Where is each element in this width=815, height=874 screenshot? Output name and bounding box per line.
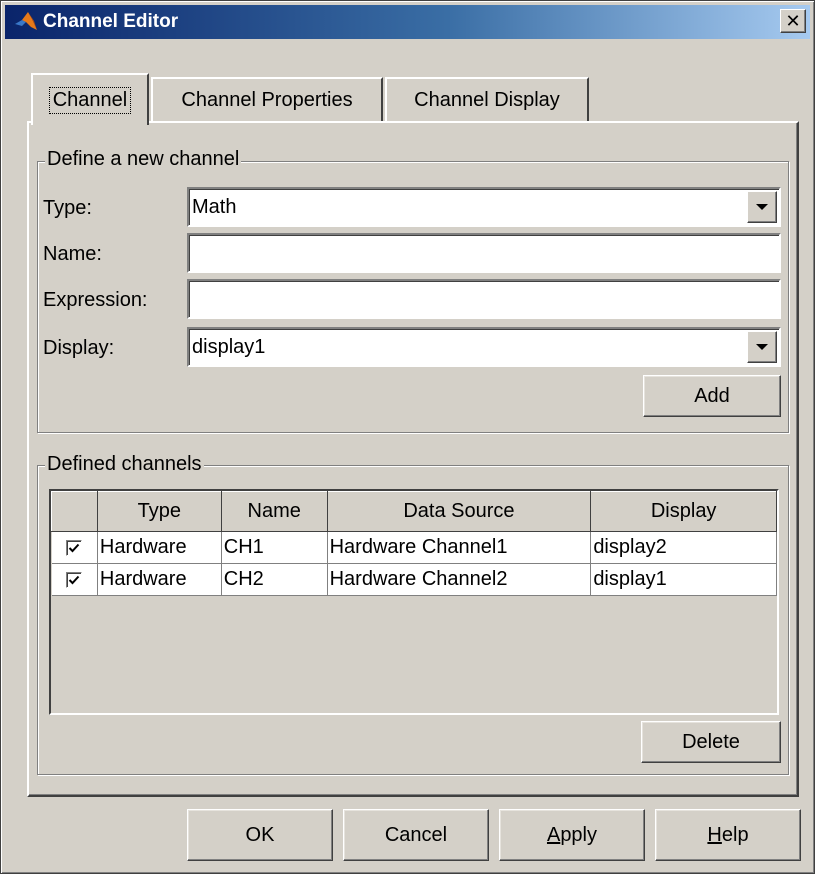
tab-channel-properties-label: Channel Properties xyxy=(181,88,353,111)
channels-table-grid: Type Name Data Source Display Hardware C… xyxy=(51,491,777,596)
display-dropdown[interactable]: display1 xyxy=(187,327,781,367)
tab-channel[interactable]: Channel xyxy=(31,73,149,125)
table-cell-name[interactable]: CH1 xyxy=(221,531,328,564)
column-header-display[interactable]: Display xyxy=(590,491,777,532)
column-header-select[interactable] xyxy=(51,491,98,532)
delete-button[interactable]: Delete xyxy=(641,721,781,763)
row-checkbox[interactable] xyxy=(66,571,83,588)
row-checkbox[interactable] xyxy=(66,539,83,556)
apply-button[interactable]: Apply xyxy=(499,809,645,861)
channels-table[interactable]: Type Name Data Source Display Hardware C… xyxy=(49,489,779,715)
add-button-label: Add xyxy=(694,384,730,407)
table-cell-data-source[interactable]: Hardware Channel1 xyxy=(327,531,592,564)
type-label: Type: xyxy=(43,197,92,219)
expression-label: Expression: xyxy=(43,289,148,311)
table-cell-select[interactable] xyxy=(51,531,98,564)
cancel-button[interactable]: Cancel xyxy=(343,809,489,861)
chevron-down-icon xyxy=(756,344,768,350)
delete-button-label: Delete xyxy=(682,730,740,753)
define-channel-group-label: Define a new channel xyxy=(45,148,242,171)
table-header-row: Type Name Data Source Display xyxy=(51,491,777,532)
add-button[interactable]: Add xyxy=(643,375,781,417)
table-cell-display[interactable]: display2 xyxy=(590,531,777,564)
expression-field[interactable] xyxy=(187,279,781,319)
table-cell-data-source[interactable]: Hardware Channel2 xyxy=(327,563,592,596)
display-dropdown-button[interactable] xyxy=(747,331,777,363)
name-field[interactable] xyxy=(187,233,781,273)
help-button-label: Help xyxy=(707,824,748,847)
display-label: Display: xyxy=(43,337,115,359)
title-bar[interactable]: Channel Editor ✕ xyxy=(5,5,810,39)
tab-channel-properties[interactable]: Channel Properties xyxy=(151,77,383,121)
defined-channels-group-label: Defined channels xyxy=(45,453,204,476)
table-cell-name[interactable]: CH2 xyxy=(221,563,328,596)
apply-rest: pply xyxy=(560,823,598,846)
tab-channel-display[interactable]: Channel Display xyxy=(385,77,589,121)
ok-button[interactable]: OK xyxy=(187,809,333,861)
apply-button-label: Apply xyxy=(547,824,597,847)
ok-button-label: OK xyxy=(245,823,275,846)
help-button[interactable]: Help xyxy=(655,809,801,861)
close-button[interactable]: ✕ xyxy=(780,9,806,33)
help-mnemonic: H xyxy=(707,823,722,846)
name-label: Name: xyxy=(43,243,102,265)
cancel-button-label: Cancel xyxy=(384,823,448,846)
window-title: Channel Editor xyxy=(43,11,179,32)
type-dropdown[interactable]: Math xyxy=(187,187,781,227)
chevron-down-icon xyxy=(756,204,768,210)
tab-channel-label: Channel xyxy=(48,86,132,114)
table-row[interactable]: Hardware CH1 Hardware Channel1 display2 xyxy=(51,531,777,564)
check-icon xyxy=(68,543,80,553)
matlab-logo-icon xyxy=(15,12,37,30)
check-icon xyxy=(68,575,80,585)
table-cell-select[interactable] xyxy=(51,563,98,596)
display-dropdown-value: display1 xyxy=(192,335,266,358)
column-header-data-source[interactable]: Data Source xyxy=(326,491,592,532)
help-rest: elp xyxy=(721,823,749,846)
column-header-type[interactable]: Type xyxy=(96,491,222,532)
table-cell-display[interactable]: display1 xyxy=(590,563,777,596)
tab-channel-display-label: Channel Display xyxy=(414,88,560,111)
apply-mnemonic: A xyxy=(546,823,561,846)
table-row[interactable]: Hardware CH2 Hardware Channel2 display1 xyxy=(51,563,777,596)
type-dropdown-button[interactable] xyxy=(747,191,777,223)
type-dropdown-value: Math xyxy=(192,195,237,218)
close-icon: ✕ xyxy=(785,11,801,31)
column-header-name[interactable]: Name xyxy=(220,491,328,532)
table-cell-type[interactable]: Hardware xyxy=(97,531,222,564)
table-cell-type[interactable]: Hardware xyxy=(97,563,222,596)
channel-editor-window: Channel Editor ✕ Channel Channel Propert… xyxy=(0,0,815,874)
